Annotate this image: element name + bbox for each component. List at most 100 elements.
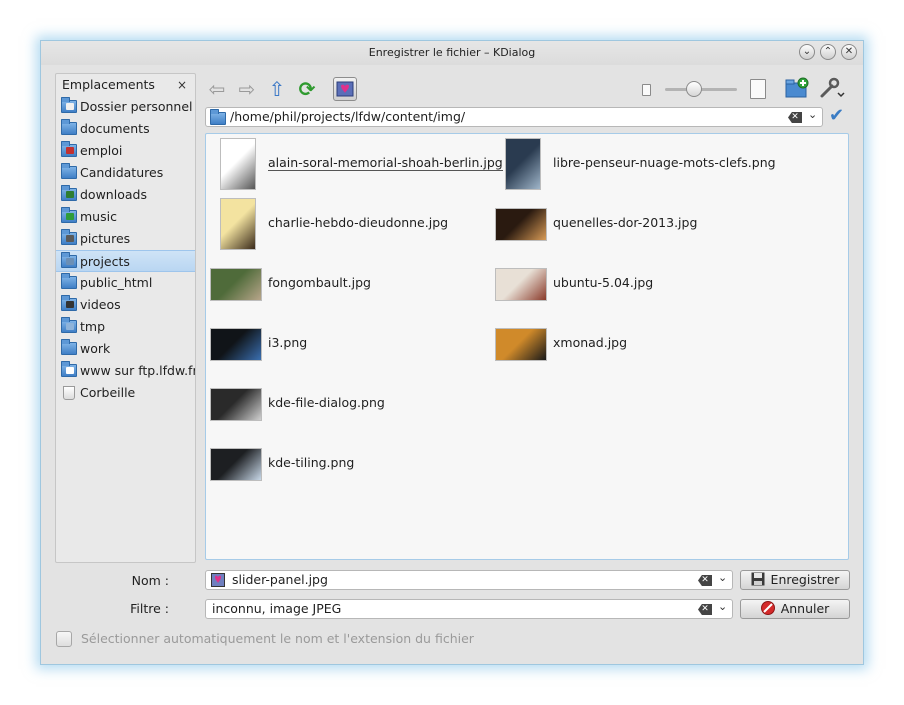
filter-value[interactable]: inconnu, image JPEG [212,600,341,618]
file-name: kde-tiling.png [268,455,355,470]
sidebar-item-candidatures[interactable]: Candidatures [56,162,195,184]
save-button[interactable]: Enregistrer [740,570,850,590]
places-list: Dossier personnel documents emploi Candidat… [56,96,195,404]
folder-icon [61,317,77,333]
confirm-location-icon[interactable]: ✔ [829,105,844,126]
reload-icon[interactable]: ⟳ [295,77,319,101]
new-folder-button[interactable] [785,77,809,101]
toolbar: ⇦ ⇨ ⇧ ⟳ [205,75,855,103]
sidebar-item-documents[interactable]: documents [56,118,195,140]
up-icon[interactable]: ⇧ [265,77,289,101]
places-panel: Emplacements × Dossier personnel document… [55,73,196,563]
location-dropdown-icon[interactable]: ⌄ [808,108,817,121]
small-size-icon [642,84,651,96]
file-name: alain-soral-memorial-shoah-berlin.jpg [268,155,503,171]
file-thumbnail [505,138,541,190]
sidebar-item-dossier-personnel[interactable]: Dossier personnel [56,96,195,118]
save-label: Enregistrer [770,572,840,587]
name-dropdown-icon[interactable]: ⌄ [718,571,727,584]
large-size-icon [750,79,766,99]
folder-icon [61,119,77,135]
file-item[interactable]: alain-soral-memorial-shoah-berlin.jpg [206,136,503,192]
sidebar-item-label: Corbeille [80,385,136,400]
file-item[interactable]: quenelles-dor-2013.jpg [491,196,771,252]
sidebar-item-label: www sur ftp.lfdw.fr [80,363,195,378]
sidebar-item-label: documents [80,121,150,136]
name-field[interactable]: slider-panel.jpg ✕ ⌄ [205,570,733,590]
trash-icon [63,386,75,400]
sidebar-item-videos[interactable]: videos [56,294,195,316]
sidebar-item-label: work [80,341,111,356]
file-item[interactable]: charlie-hebdo-dieudonne.jpg [206,196,486,252]
sidebar-item-label: tmp [80,319,106,334]
file-thumbnail [210,388,262,421]
sidebar-item-downloads[interactable]: downloads [56,184,195,206]
file-name: libre-penseur-nuage-mots-clefs.png [553,155,776,170]
places-header: Emplacements × [56,74,195,96]
file-item[interactable]: libre-penseur-nuage-mots-clefs.png [491,136,776,192]
new-folder-icon [785,77,809,98]
cancel-button[interactable]: Annuler [740,599,850,619]
sidebar-item-corbeille[interactable]: Corbeille [56,382,195,404]
preview-icon [336,81,354,97]
file-name: i3.png [268,335,308,350]
sidebar-item-label: music [80,209,117,224]
file-name: fongombault.jpg [268,275,371,290]
folder-icon [61,339,77,355]
close-button[interactable]: ✕ [841,44,857,60]
file-name: charlie-hebdo-dieudonne.jpg [268,215,449,230]
file-item[interactable]: i3.png [206,316,486,372]
auto-extension-checkbox[interactable] [56,631,72,647]
file-item[interactable]: kde-tiling.png [206,436,486,492]
location-path[interactable]: /home/phil/projects/lfdw/content/img/ [230,108,465,126]
file-thumbnail [210,328,262,361]
file-view[interactable]: alain-soral-memorial-shoah-berlin.jpg lib… [205,133,849,560]
file-thumbnail [495,208,547,241]
file-thumbnail [220,138,256,190]
sidebar-item-www-sur-ftp-lfdw-fr[interactable]: www sur ftp.lfdw.fr [56,360,195,382]
file-thumbnail [220,198,256,250]
sidebar-item-label: emploi [80,143,123,158]
zoom-slider-knob[interactable] [685,81,702,97]
clear-filter-icon[interactable]: ✕ [698,604,712,615]
name-label: Nom : [131,573,169,588]
filter-field[interactable]: inconnu, image JPEG ✕ ⌄ [205,599,733,619]
file-item[interactable]: kde-file-dialog.png [206,376,486,432]
file-name: xmonad.jpg [553,335,628,350]
preview-toggle-button[interactable] [333,77,357,101]
sidebar-item-public-html[interactable]: public_html [56,272,195,294]
sidebar-item-pictures[interactable]: pictures [56,228,195,250]
sidebar-item-work[interactable]: work [56,338,195,360]
dialog-window: Enregistrer le fichier – KDialog ⌄ ⌃ ✕ E… [40,40,864,665]
name-value[interactable]: slider-panel.jpg [232,571,328,589]
network-folder-icon [61,361,77,377]
file-item[interactable]: fongombault.jpg [206,256,486,312]
sidebar-item-music[interactable]: music [56,206,195,228]
file-thumbnail [495,328,547,361]
home-folder-icon [61,97,77,113]
folder-icon [61,163,77,179]
filter-dropdown-icon[interactable]: ⌄ [718,600,727,613]
forward-icon[interactable]: ⇨ [235,77,259,101]
file-item[interactable]: ubuntu-5.04.jpg [491,256,771,312]
file-type-icon [211,573,225,590]
sidebar-item-emploi[interactable]: emploi [56,140,195,162]
clear-location-icon[interactable]: ✕ [788,112,802,123]
location-bar[interactable]: /home/phil/projects/lfdw/content/img/ ✕ … [205,107,823,127]
file-name: quenelles-dor-2013.jpg [553,215,698,230]
options-button[interactable] [819,77,845,101]
window-controls: ⌄ ⌃ ✕ [799,44,857,60]
minimize-button[interactable]: ⌄ [799,44,815,60]
pictures-folder-icon [61,229,77,245]
sidebar-item-projects[interactable]: projects [56,250,195,272]
close-places-icon[interactable]: × [177,74,187,96]
back-icon[interactable]: ⇦ [205,77,229,101]
file-item[interactable]: xmonad.jpg [491,316,771,372]
clear-name-icon[interactable]: ✕ [698,575,712,586]
title-bar[interactable]: Enregistrer le fichier – KDialog ⌄ ⌃ ✕ [41,41,863,65]
sidebar-item-tmp[interactable]: tmp [56,316,195,338]
maximize-button[interactable]: ⌃ [820,44,836,60]
music-folder-icon [61,207,77,223]
file-thumbnail [210,268,262,301]
folder-icon [61,273,77,289]
